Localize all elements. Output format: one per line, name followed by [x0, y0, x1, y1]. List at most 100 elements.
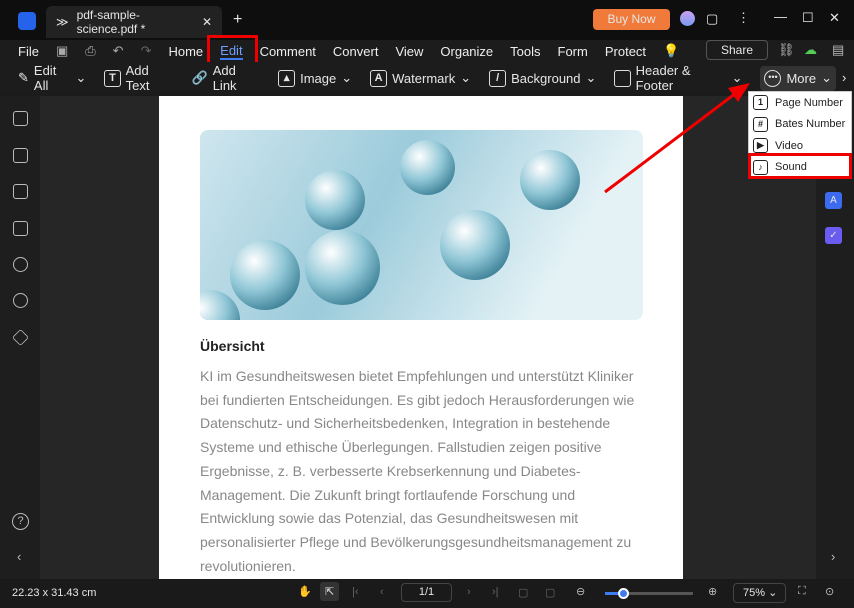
more-view-icon[interactable]: ⊙	[825, 585, 834, 598]
layers-list-icon[interactable]	[13, 221, 28, 236]
zoom-out-icon[interactable]: ⊖	[576, 585, 585, 598]
page-input[interactable]: 1/1	[401, 583, 452, 602]
menu-file[interactable]: File	[18, 44, 39, 59]
image-icon: ▴	[278, 69, 296, 87]
next-page-icon[interactable]: ›	[467, 586, 471, 598]
more-options-icon[interactable]: ⋮	[737, 10, 750, 26]
zoom-select[interactable]: 75% ⌄	[733, 583, 786, 603]
print-icon[interactable]: ⎙	[85, 43, 95, 59]
app-logo-icon	[18, 12, 36, 30]
molecule-sphere	[200, 290, 240, 320]
check-task-icon[interactable]: ✓	[825, 227, 842, 244]
maximize-icon[interactable]: ☐	[802, 10, 814, 26]
image-button[interactable]: ▴ Image ⌄	[278, 69, 352, 87]
rotate-left-icon[interactable]: ▢	[518, 586, 528, 599]
annotation-arrow	[604, 83, 750, 194]
page-size: 22.23 x 31.43 cm	[12, 587, 97, 599]
edit-all-button[interactable]: ✎ Edit All ⌄	[18, 63, 86, 93]
prev-page-icon[interactable]: ‹	[380, 586, 384, 598]
pages-icon[interactable]	[13, 111, 28, 126]
search-icon[interactable]	[13, 293, 28, 308]
zoom-value: 75%	[743, 587, 766, 599]
body-paragraph: KI im Gesundheitswesen bietet Empfehlung…	[200, 368, 635, 574]
panel-icon[interactable]: ▤	[832, 42, 844, 58]
zoom-slider[interactable]	[605, 588, 693, 599]
redo-icon[interactable]: ↷	[141, 43, 152, 59]
hand-tool-icon[interactable]: ✋	[298, 585, 312, 598]
menu-bar: File ▣ ⎙ ↶ ↷ Home Edit Comment Convert V…	[0, 40, 854, 62]
molecule-sphere	[520, 150, 580, 210]
molecule-sphere	[305, 230, 380, 305]
tab-chevron-icon: ≫	[56, 15, 69, 29]
save-icon[interactable]: ▣	[56, 43, 68, 59]
cloud-sync-icon[interactable]: ☁	[804, 42, 817, 58]
menu-item-bates-number[interactable]: # Bates Number	[749, 114, 851, 136]
add-text-button[interactable]: T Add Text	[104, 63, 173, 93]
menu-home[interactable]: Home	[168, 44, 203, 59]
image-label: Image	[300, 70, 337, 86]
sound-highlight-box	[748, 153, 852, 179]
attachment-icon[interactable]	[13, 257, 28, 272]
minimize-icon[interactable]: —	[774, 9, 787, 24]
add-link-button[interactable]: 🔗 Add Link	[192, 63, 261, 93]
background-label: Background	[511, 70, 581, 86]
zoom-slider-knob[interactable]	[617, 588, 629, 599]
watermark-icon: A	[370, 69, 388, 87]
toolbar-scroll-right-icon[interactable]: ›	[842, 70, 846, 85]
help-icon[interactable]: ?	[12, 513, 29, 530]
watermark-label: Watermark	[392, 70, 456, 86]
close-tab-icon[interactable]: ✕	[202, 15, 212, 29]
molecule-image[interactable]	[200, 130, 643, 320]
bookmark-icon[interactable]	[13, 148, 28, 163]
more-button[interactable]: ••• More ⌄	[760, 65, 836, 91]
left-sidebar: ? ‹	[0, 96, 40, 579]
share-button[interactable]: Share	[706, 40, 768, 60]
translate-icon[interactable]: A	[825, 192, 842, 209]
watermark-button[interactable]: A Watermark ⌄	[370, 69, 471, 87]
undo-icon[interactable]: ↶	[113, 43, 124, 59]
title-bar: ≫ pdf-sample-science.pdf * ✕ + Buy Now ▢…	[0, 0, 854, 40]
edit-all-label: Edit All	[33, 63, 57, 93]
edit-pen-icon: ✎	[18, 70, 29, 85]
rotate-right-icon[interactable]: ▢	[545, 586, 555, 599]
add-link-label: Add Link	[212, 63, 237, 93]
comment-icon[interactable]	[13, 184, 28, 199]
menu-view[interactable]: View	[395, 44, 423, 59]
background-button[interactable]: / Background ⌄	[489, 69, 596, 87]
molecule-sphere	[230, 240, 300, 310]
fit-page-icon[interactable]: ⛶	[798, 585, 806, 598]
menu-item-page-number[interactable]: 1 Page Number	[749, 92, 851, 114]
close-window-icon[interactable]: ✕	[829, 10, 840, 26]
lightbulb-icon[interactable]: 💡	[663, 43, 679, 59]
menu-organize[interactable]: Organize	[440, 44, 493, 59]
background-icon: /	[489, 69, 507, 87]
tab-title: pdf-sample-science.pdf *	[76, 8, 146, 36]
menu-comment[interactable]: Comment	[260, 44, 316, 59]
add-text-label: Add Text	[125, 63, 150, 93]
menu-protect[interactable]: Protect	[605, 44, 646, 59]
video-label: Video	[775, 139, 803, 152]
document-tab[interactable]: ≫ pdf-sample-science.pdf * ✕	[46, 6, 222, 38]
org-icon[interactable]: ⛓	[778, 42, 795, 58]
collapse-right-icon[interactable]: ›	[831, 549, 835, 564]
first-page-icon[interactable]: |‹	[352, 586, 359, 598]
last-page-icon[interactable]: ›|	[492, 586, 499, 598]
buy-now-button[interactable]: Buy Now	[593, 9, 670, 30]
avatar[interactable]	[680, 11, 695, 26]
layers-icon[interactable]	[12, 329, 29, 346]
text-icon: T	[104, 69, 121, 87]
more-dots-icon: •••	[764, 69, 782, 87]
feedback-icon[interactable]: ▢	[706, 11, 718, 27]
select-tool-icon[interactable]: ⇱	[320, 582, 340, 601]
more-label: More	[786, 70, 817, 86]
new-tab-icon[interactable]: +	[233, 11, 242, 29]
molecule-sphere	[440, 210, 510, 280]
molecule-sphere	[400, 140, 455, 195]
menu-convert[interactable]: Convert	[333, 44, 379, 59]
collapse-left-icon[interactable]: ‹	[17, 549, 21, 564]
link-icon: 🔗	[191, 70, 208, 85]
status-bar: 22.23 x 31.43 cm ✋ ⇱ |‹ ‹ 1/1 › ›| ▢ ▢ ⊖…	[0, 579, 854, 608]
zoom-in-icon[interactable]: ⊕	[708, 585, 717, 598]
menu-form[interactable]: Form	[558, 44, 588, 59]
menu-tools[interactable]: Tools	[510, 44, 540, 59]
